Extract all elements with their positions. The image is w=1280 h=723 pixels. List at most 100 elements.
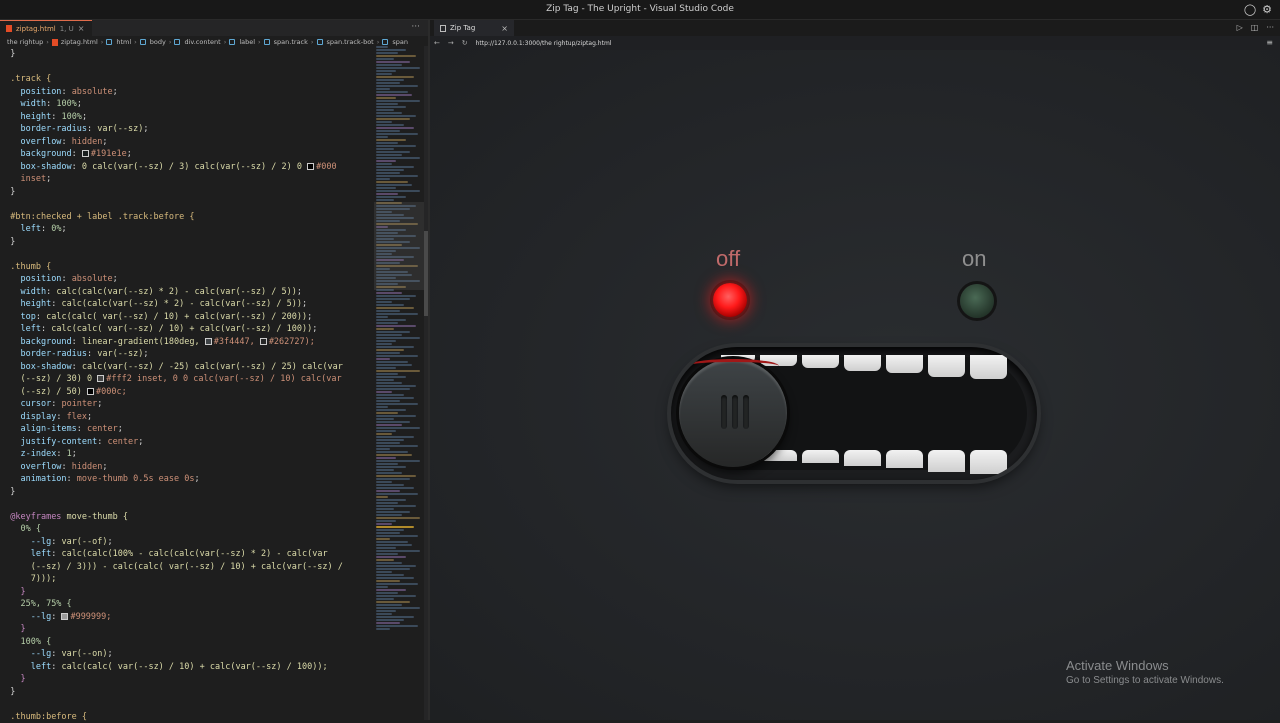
code-line: (--sz) / 3))) - calc(calc( var(--sz) / 1… — [0, 561, 372, 574]
code-line: inset; — [0, 173, 372, 186]
minimap-line — [376, 298, 410, 300]
minimap-line — [376, 319, 406, 321]
color-swatch[interactable] — [87, 388, 94, 395]
run-icon[interactable]: ▷ — [1237, 23, 1243, 32]
color-swatch[interactable] — [82, 150, 89, 157]
minimap-line — [376, 382, 402, 384]
minimap-line — [376, 172, 400, 174]
minimap-line — [376, 103, 398, 105]
minimap-line — [376, 376, 406, 378]
minimap-line — [376, 598, 394, 600]
minimap-line — [376, 373, 398, 375]
close-icon[interactable]: × — [501, 24, 508, 33]
minimap-line — [376, 70, 396, 72]
color-swatch[interactable] — [307, 163, 314, 170]
minimap-line — [376, 589, 406, 591]
minimap-line — [376, 145, 416, 147]
minimap-line — [376, 142, 398, 144]
minimap-line — [376, 91, 408, 93]
code-area[interactable]: } .track { position: absolute; width: 10… — [0, 48, 372, 720]
breadcrumb-item[interactable]: the rightup — [7, 38, 43, 46]
forward-icon[interactable]: → — [448, 39, 454, 47]
url-field[interactable]: http://127.0.0.1:3000/the rightup/ziptag… — [476, 40, 612, 47]
minimap-line — [376, 424, 402, 426]
minimap-line — [376, 316, 388, 318]
code-line: box-shadow: calc(var(--sz) / -25) calc(v… — [0, 361, 372, 374]
minimap[interactable] — [376, 46, 424, 636]
code-line: animation: move-thumb 0.5s ease 0s; — [0, 473, 372, 486]
hamburger-menu-icon[interactable]: ≡ — [1266, 38, 1273, 47]
more-actions-icon[interactable]: ··· — [1266, 23, 1274, 32]
minimap-line — [376, 127, 414, 129]
zipper-tooth — [886, 355, 923, 373]
minimap-line — [376, 178, 390, 180]
code-line: overflow: hidden; — [0, 461, 372, 474]
reload-icon[interactable]: ↻ — [462, 39, 468, 47]
minimap-line — [376, 394, 404, 396]
code-line: position: absolute; — [0, 273, 372, 286]
minimap-line — [376, 358, 390, 360]
zipper-tooth — [970, 355, 1007, 379]
minimap-line — [376, 451, 408, 453]
minimap-line — [376, 484, 404, 486]
breadcrumb-item[interactable]: span.track-bot — [327, 38, 374, 46]
minimap-line — [376, 379, 394, 381]
minimap-line — [376, 436, 414, 438]
watermark-title: Activate Windows — [1066, 658, 1224, 673]
minimap-line — [376, 370, 420, 372]
breadcrumb-item[interactable]: span — [392, 38, 408, 46]
code-line: 7))); — [0, 573, 372, 586]
minimap-line — [376, 85, 418, 87]
minimap-line — [376, 487, 414, 489]
color-swatch[interactable] — [97, 375, 104, 382]
minimap-line — [376, 610, 396, 612]
breadcrumb-item[interactable]: div.content — [184, 38, 220, 46]
element-icon — [174, 39, 180, 45]
back-icon[interactable]: ← — [434, 39, 440, 47]
file-icon — [440, 25, 446, 32]
minimap-line — [376, 544, 412, 546]
minimap-line — [376, 526, 414, 528]
code-line: width: 100%; — [0, 98, 372, 111]
zip-toggle-switch[interactable] — [671, 347, 1037, 480]
code-line: (--sz) / 50) #000c; — [0, 386, 372, 399]
minimap-line — [376, 625, 418, 627]
minimap-line — [376, 460, 420, 462]
minimap-line — [376, 601, 410, 603]
minimap-line — [376, 94, 412, 96]
element-icon — [106, 39, 112, 45]
breadcrumb-item[interactable]: ziptag.html — [61, 38, 98, 46]
minimap-line — [376, 154, 402, 156]
color-swatch[interactable] — [205, 338, 212, 345]
close-icon[interactable]: × — [78, 24, 85, 33]
more-actions-icon[interactable]: ··· — [411, 22, 420, 32]
code-line: width: calc(calc(var(--sz) * 2) - calc(v… — [0, 286, 372, 299]
minimap-line — [376, 385, 416, 387]
element-icon — [229, 39, 235, 45]
split-editor-icon[interactable]: ◫ — [1251, 23, 1259, 32]
minimap-line — [376, 100, 420, 102]
editor-tab-ziptag[interactable]: ziptag.html 1, U × — [0, 20, 92, 36]
minimap-line — [376, 616, 414, 618]
color-swatch[interactable] — [61, 613, 68, 620]
breadcrumb-item[interactable]: body — [150, 38, 166, 46]
title-bar: Zip Tag - The Upright - Visual Studio Co… — [0, 0, 1280, 20]
code-line: (--sz) / 30) 0 #fff2 inset, 0 0 calc(var… — [0, 373, 372, 386]
minimap-viewport[interactable] — [374, 202, 424, 290]
minimap-line — [376, 352, 400, 354]
minimap-line — [376, 112, 402, 114]
minimap-line — [376, 199, 394, 201]
code-line: } — [0, 186, 372, 199]
toggle-thumb[interactable] — [679, 359, 787, 467]
breadcrumb-item[interactable]: label — [239, 38, 255, 46]
minimap-line — [376, 340, 396, 342]
breadcrumb-item[interactable]: span.track — [274, 38, 308, 46]
minimap-line — [376, 586, 388, 588]
address-bar: ← → ↻ http://127.0.0.1:3000/the rightup/… — [430, 36, 1280, 51]
gear-icon[interactable]: ⚙ — [1262, 3, 1272, 16]
account-icon[interactable]: ◯ — [1244, 3, 1256, 16]
browser-tab-zip-tag[interactable]: Zip Tag × — [434, 20, 514, 36]
breadcrumb-item[interactable]: html — [116, 38, 131, 46]
color-swatch[interactable] — [260, 338, 267, 345]
code-line: } — [0, 623, 372, 636]
